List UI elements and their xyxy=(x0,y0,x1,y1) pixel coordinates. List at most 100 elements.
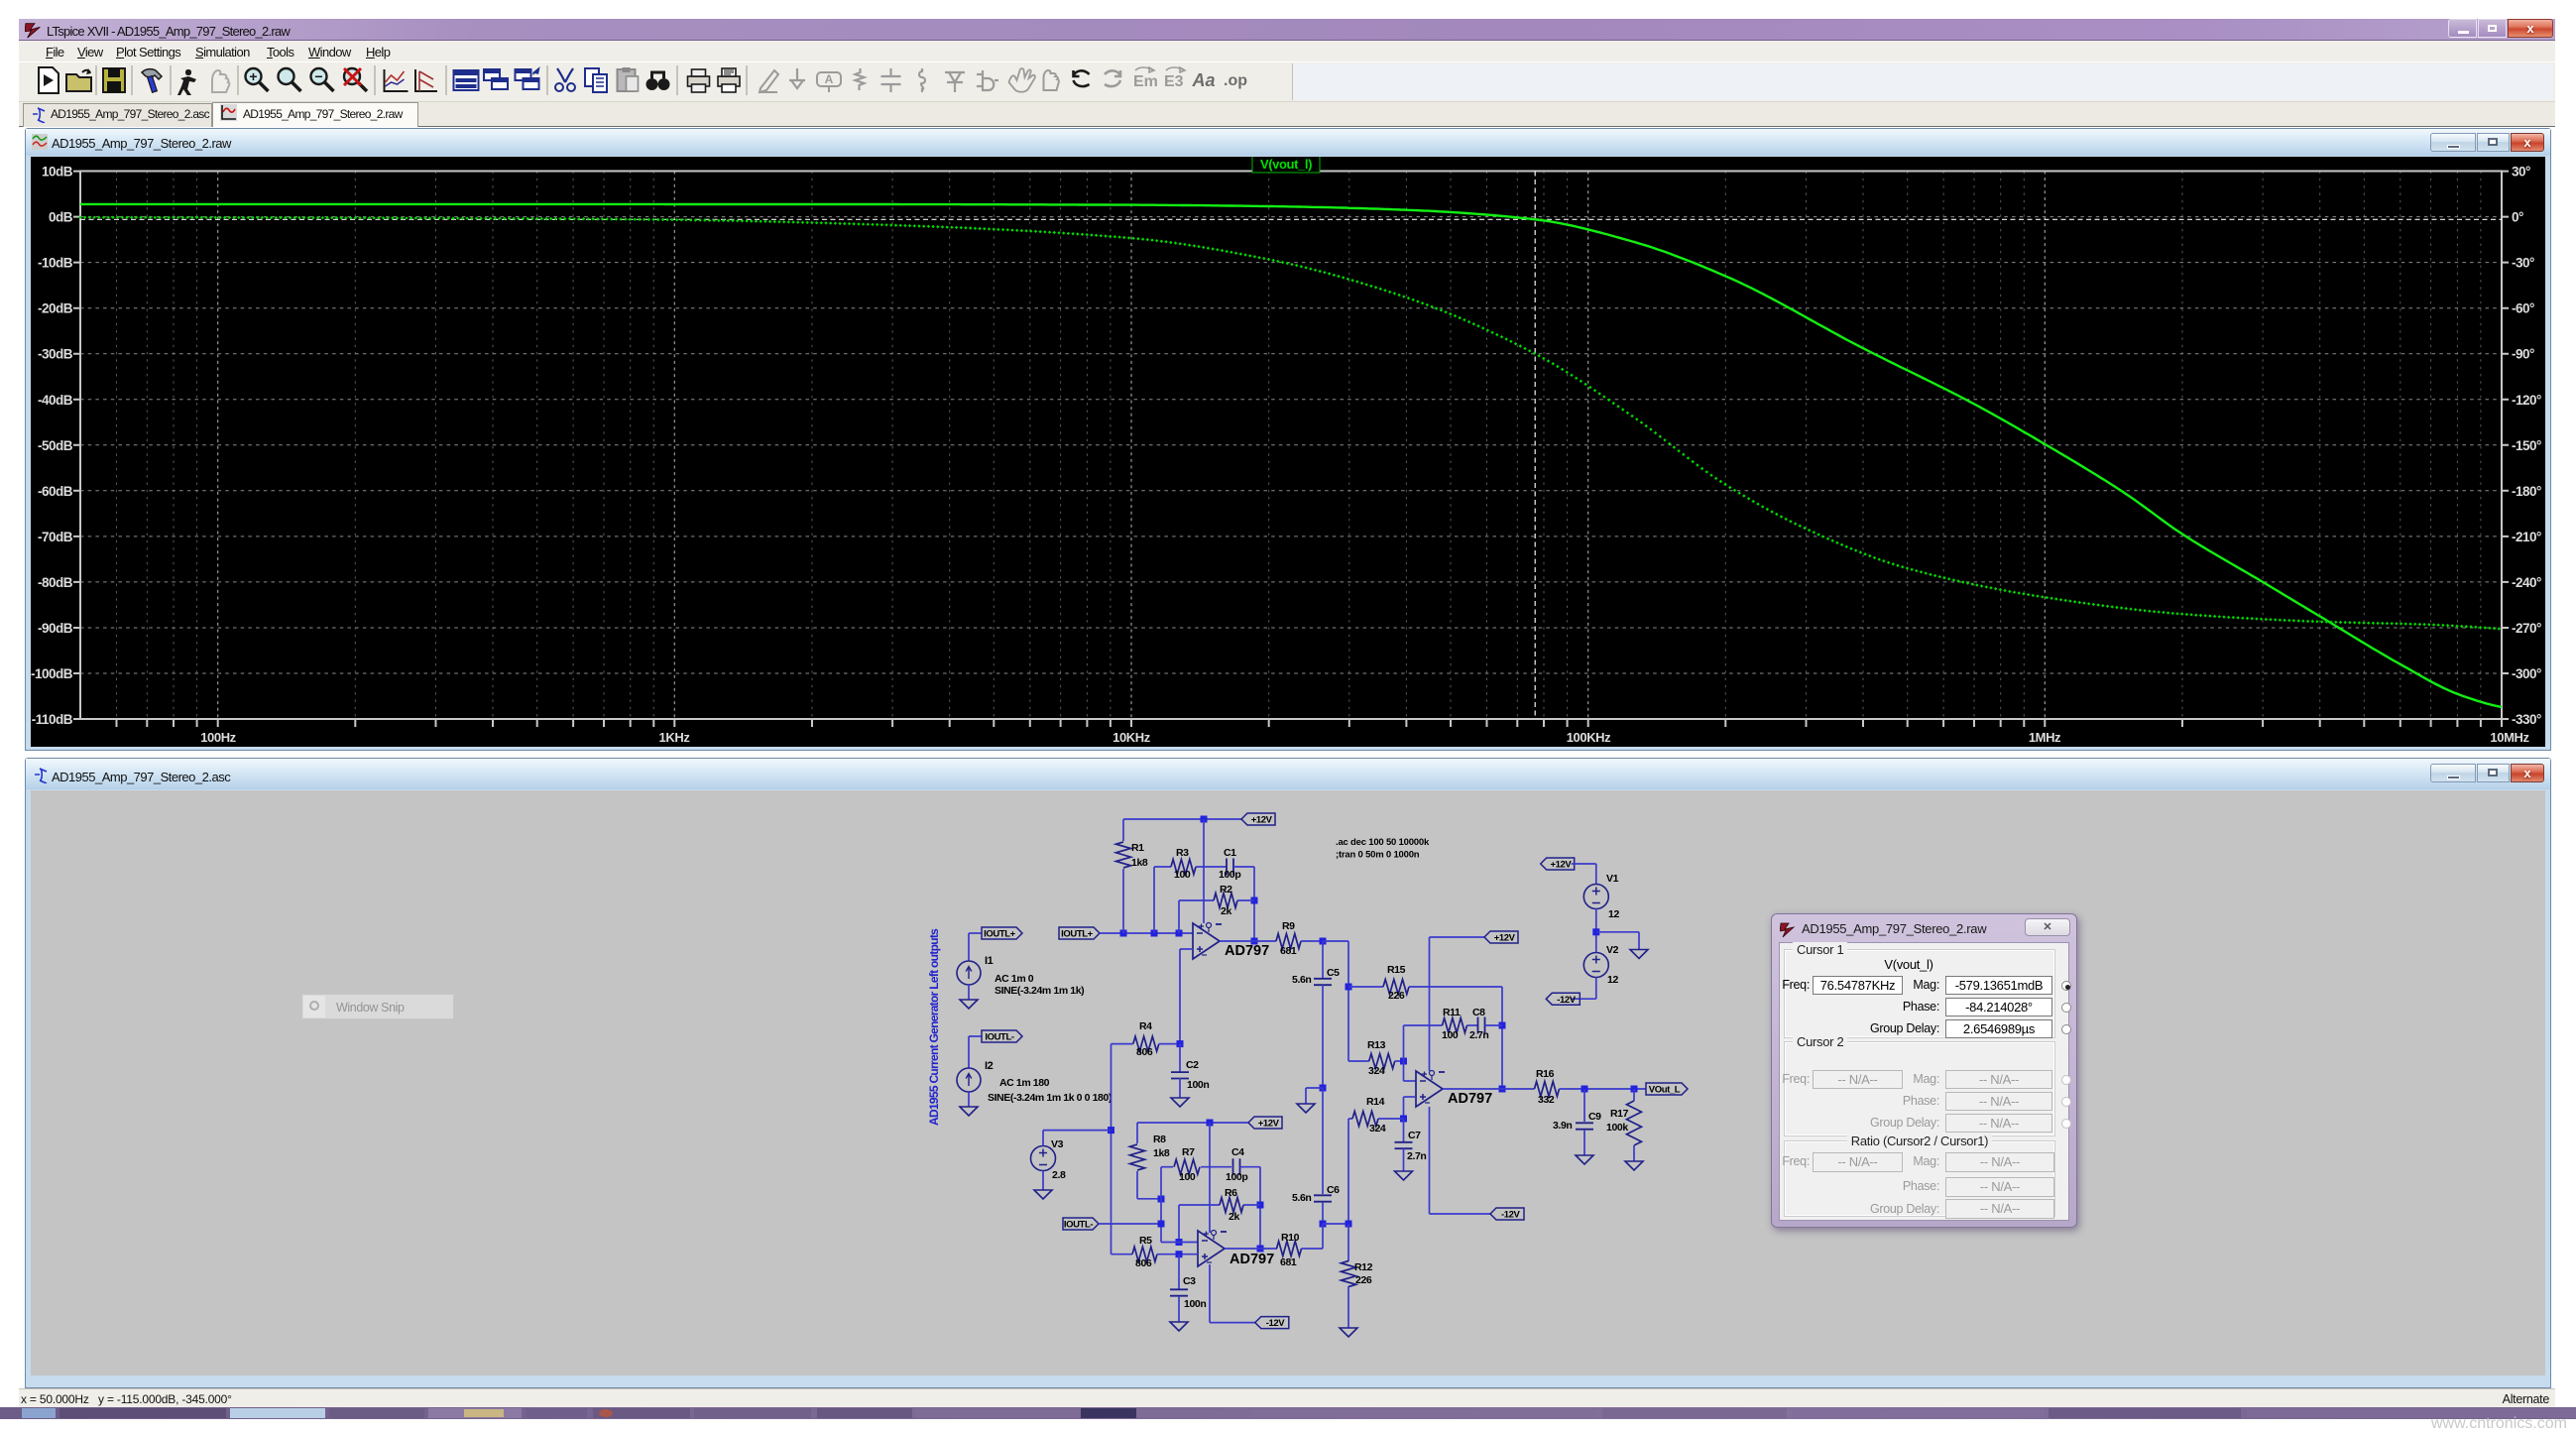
svg-text:C9: C9 xyxy=(1588,1111,1601,1123)
svg-text:1KHz: 1KHz xyxy=(659,730,691,745)
svg-text:R16: R16 xyxy=(1536,1068,1555,1080)
svg-text:−: − xyxy=(314,68,322,84)
svg-text:-90°: -90° xyxy=(2512,347,2534,362)
svg-text:-60dB: -60dB xyxy=(38,484,73,499)
svg-text:2.8: 2.8 xyxy=(1052,1169,1066,1181)
svg-text:2k: 2k xyxy=(1221,905,1231,917)
svg-text:100p: 100p xyxy=(1219,869,1240,881)
svg-text:.ac dec 100 50 10000k: .ac dec 100 50 10000k xyxy=(1336,837,1430,848)
svg-text:C6: C6 xyxy=(1327,1184,1340,1196)
svg-text:10KHz: 10KHz xyxy=(1112,730,1151,745)
svg-text:V1: V1 xyxy=(1606,873,1619,885)
svg-text:+12V: +12V xyxy=(1494,933,1516,944)
svg-text:-270°: -270° xyxy=(2512,621,2541,636)
svg-text:-150°: -150° xyxy=(2512,438,2541,453)
svg-text:226: 226 xyxy=(1388,990,1405,1002)
svg-text:100Hz: 100Hz xyxy=(200,730,236,745)
svg-text:2.7n: 2.7n xyxy=(1407,1150,1426,1162)
svg-text:C1: C1 xyxy=(1224,847,1236,859)
svg-text:R8: R8 xyxy=(1153,1134,1166,1145)
svg-text:SINE(-3.24m 1m 1k 0 0 180): SINE(-3.24m 1m 1k 0 0 180) xyxy=(988,1092,1112,1104)
svg-text:30°: 30° xyxy=(2512,165,2530,179)
svg-text:0°: 0° xyxy=(2512,210,2523,225)
svg-text:100: 100 xyxy=(1442,1029,1459,1041)
svg-text:R3: R3 xyxy=(1176,847,1189,859)
svg-text:Em: Em xyxy=(1133,73,1158,90)
svg-text:R2: R2 xyxy=(1220,884,1232,896)
svg-text:C8: C8 xyxy=(1472,1007,1485,1018)
svg-text:2.7n: 2.7n xyxy=(1469,1029,1488,1041)
svg-text:;tran 0 50m 0 1000n: ;tran 0 50m 0 1000n xyxy=(1336,850,1420,861)
svg-text:R5: R5 xyxy=(1139,1235,1152,1247)
svg-text:1k8: 1k8 xyxy=(1131,857,1148,869)
svg-text:C3: C3 xyxy=(1183,1275,1196,1287)
svg-text:SINE(-3.24m 1m 1k): SINE(-3.24m 1m 1k) xyxy=(995,985,1084,997)
svg-text:-120°: -120° xyxy=(2512,393,2541,408)
svg-text:3.9n: 3.9n xyxy=(1553,1120,1572,1132)
svg-text:R17: R17 xyxy=(1610,1108,1629,1120)
svg-text:-12V: -12V xyxy=(1501,1210,1521,1221)
svg-text:100: 100 xyxy=(1179,1171,1196,1183)
svg-text:AC 1m 0: AC 1m 0 xyxy=(995,973,1034,985)
svg-text:-80dB: -80dB xyxy=(38,575,73,590)
svg-text:12: 12 xyxy=(1607,974,1618,986)
svg-text:VOut_L: VOut_L xyxy=(1649,1085,1681,1096)
svg-text:-12V: -12V xyxy=(1557,995,1577,1006)
svg-text:-10dB: -10dB xyxy=(38,256,73,271)
svg-text:I1: I1 xyxy=(985,955,994,967)
svg-text:R15: R15 xyxy=(1387,964,1406,976)
svg-text:R9: R9 xyxy=(1282,920,1295,932)
svg-text:A: A xyxy=(825,72,834,86)
svg-text:R1: R1 xyxy=(1131,842,1144,854)
svg-text:-110dB: -110dB xyxy=(32,712,73,727)
svg-text:100k: 100k xyxy=(1606,1122,1628,1134)
svg-text:-210°: -210° xyxy=(2512,530,2541,544)
svg-text:100: 100 xyxy=(1174,869,1191,881)
svg-text:806: 806 xyxy=(1136,1046,1153,1058)
svg-text:100KHz: 100KHz xyxy=(1567,730,1611,745)
svg-text:324: 324 xyxy=(1369,1123,1386,1135)
svg-text:-180°: -180° xyxy=(2512,484,2541,499)
svg-text:AD797: AD797 xyxy=(1448,1091,1492,1107)
svg-text:806: 806 xyxy=(1135,1257,1152,1269)
svg-text:681: 681 xyxy=(1280,1256,1297,1268)
svg-text:5.6n: 5.6n xyxy=(1292,974,1311,986)
svg-text:100p: 100p xyxy=(1226,1171,1247,1183)
svg-text:C4: C4 xyxy=(1231,1146,1244,1158)
svg-text:0dB: 0dB xyxy=(49,210,73,225)
svg-text:1k8: 1k8 xyxy=(1153,1147,1170,1159)
svg-text:2k: 2k xyxy=(1229,1211,1239,1223)
svg-text:-330°: -330° xyxy=(2512,712,2541,727)
svg-text:12: 12 xyxy=(1608,908,1619,920)
svg-text:-70dB: -70dB xyxy=(38,530,73,544)
svg-text:R12: R12 xyxy=(1354,1261,1373,1273)
svg-text:100n: 100n xyxy=(1187,1079,1209,1091)
svg-text:+12V: +12V xyxy=(1251,815,1273,826)
svg-text:-240°: -240° xyxy=(2512,575,2541,590)
svg-text:C5: C5 xyxy=(1327,967,1340,979)
svg-text:C7: C7 xyxy=(1408,1130,1421,1141)
svg-text:-20dB: -20dB xyxy=(38,301,73,316)
svg-text:R4: R4 xyxy=(1139,1020,1152,1032)
svg-text:5.6n: 5.6n xyxy=(1292,1192,1311,1204)
svg-text:.op: .op xyxy=(1224,72,1247,89)
svg-text:-40dB: -40dB xyxy=(38,393,73,408)
svg-text:AD1955 Current Generator Left: AD1955 Current Generator Left outputs xyxy=(927,928,941,1126)
svg-text:-30°: -30° xyxy=(2512,256,2534,271)
svg-text:IOUTL-: IOUTL- xyxy=(985,1032,1013,1043)
svg-text:V2: V2 xyxy=(1606,944,1619,956)
svg-text:R14: R14 xyxy=(1366,1096,1385,1108)
svg-text:R10: R10 xyxy=(1281,1232,1300,1244)
svg-text:+12V: +12V xyxy=(1258,1119,1280,1130)
svg-text:332: 332 xyxy=(1538,1094,1555,1106)
svg-text:IOUTL-: IOUTL- xyxy=(1064,1220,1093,1231)
svg-text:AD797: AD797 xyxy=(1229,1252,1274,1267)
svg-text:324: 324 xyxy=(1368,1065,1385,1077)
svg-text:I2: I2 xyxy=(985,1060,994,1072)
svg-text:1MHz: 1MHz xyxy=(2029,730,2061,745)
svg-text:-100dB: -100dB xyxy=(31,666,73,681)
svg-text:10dB: 10dB xyxy=(42,165,73,179)
svg-text:-12V: -12V xyxy=(1266,1318,1286,1329)
svg-text:IOUTL+: IOUTL+ xyxy=(984,929,1015,940)
svg-text:R7: R7 xyxy=(1182,1146,1195,1158)
